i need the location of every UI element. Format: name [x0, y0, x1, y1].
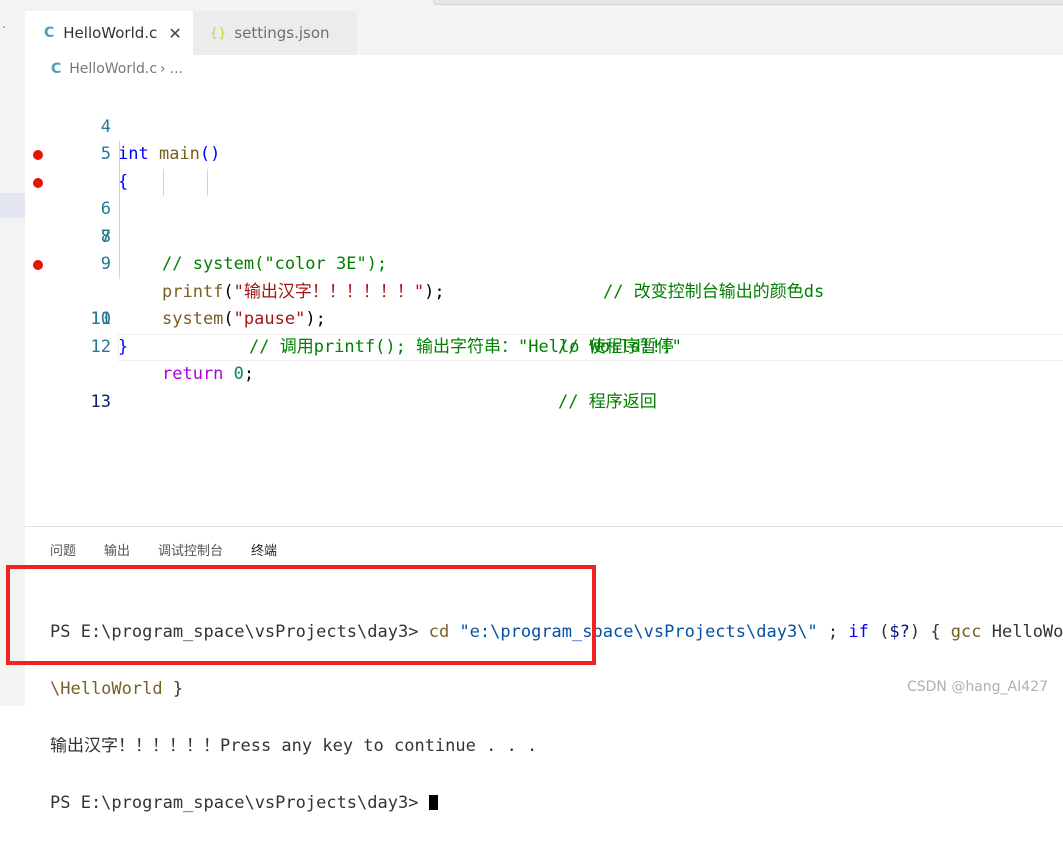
breakpoint-icon[interactable] [33, 260, 43, 270]
breakpoint-icon[interactable] [33, 150, 43, 160]
line-code: return 0; [162, 364, 255, 384]
terminal-line: 输出汉字！！！！！！Press any key to continue . . … [50, 737, 538, 756]
code-line: 9 system("pause"); // 使程序暂停 [25, 223, 1063, 357]
more-icon[interactable]: · [2, 22, 6, 35]
highlight-box [6, 565, 596, 665]
horizontal-scrollbar[interactable] [433, 0, 1063, 5]
json-file-icon: {} [210, 26, 228, 40]
code-line: 12 [25, 306, 1063, 357]
breakpoint-icon[interactable] [33, 177, 43, 188]
tab-label: HelloWorld.c [63, 24, 158, 42]
line-number: 13 [90, 391, 111, 412]
c-file-icon: C [51, 60, 62, 77]
indent-guide [119, 196, 120, 224]
tab-label: settings.json [234, 24, 330, 42]
breadcrumb: C HelloWorld.c › ... [25, 55, 1063, 82]
activity-selected-indicator [0, 193, 25, 218]
tab-helloworld-c[interactable]: C HelloWorld.c ✕ [25, 11, 193, 55]
indent-guide [163, 168, 164, 196]
chevron-right-icon: › [160, 60, 166, 77]
tab-output[interactable]: 输出 [104, 540, 130, 559]
code-editor[interactable]: 4 int main() 5 { 6 // system("color 3E")… [25, 82, 1063, 526]
c-file-icon: C [44, 25, 55, 41]
code-line-current: 13 [25, 333, 1063, 412]
tab-problems[interactable]: 问题 [50, 540, 76, 559]
code-line: 6 // system("color 3E"); // 改变控制台输出的颜色ds [25, 141, 1063, 302]
indent-guide [207, 168, 208, 196]
code-line: 7 // 调用printf(); 输出字符串："Hello World!!!" [25, 168, 1063, 357]
code-line: 4 int main() [25, 86, 1063, 165]
current-line-highlight [118, 333, 1063, 361]
tab-debug-console[interactable]: 调试控制台 [158, 540, 223, 559]
indent-guide [119, 141, 120, 169]
terminal-line: PS E:\program_space\vsProjects\day3> [50, 794, 1063, 813]
code-line: 8 printf("输出汉字！！！！！！"); [25, 196, 1063, 302]
breadcrumb-more[interactable]: ... [170, 61, 183, 77]
tab-settings-json[interactable]: {} settings.json [193, 11, 357, 55]
code-line: 10 return 0; // 程序返回 [25, 251, 1063, 412]
terminal-cursor [428, 795, 438, 810]
indent-guide [119, 251, 120, 279]
code-line: 11 } [25, 279, 1063, 357]
top-strip [25, 0, 1063, 11]
tab-terminal[interactable]: 终端 [251, 540, 277, 559]
indent-guide [119, 168, 120, 196]
line-comment: // 程序返回 [558, 391, 657, 412]
close-icon[interactable]: ✕ [168, 24, 181, 43]
editor-tab-bar: C HelloWorld.c ✕ {} settings.json [25, 11, 1063, 55]
breadcrumb-file[interactable]: HelloWorld.c [69, 61, 157, 77]
code-line: 5 { [25, 114, 1063, 192]
indent-guide [119, 223, 120, 251]
watermark: CSDN @hang_AI427 [906, 679, 1048, 695]
